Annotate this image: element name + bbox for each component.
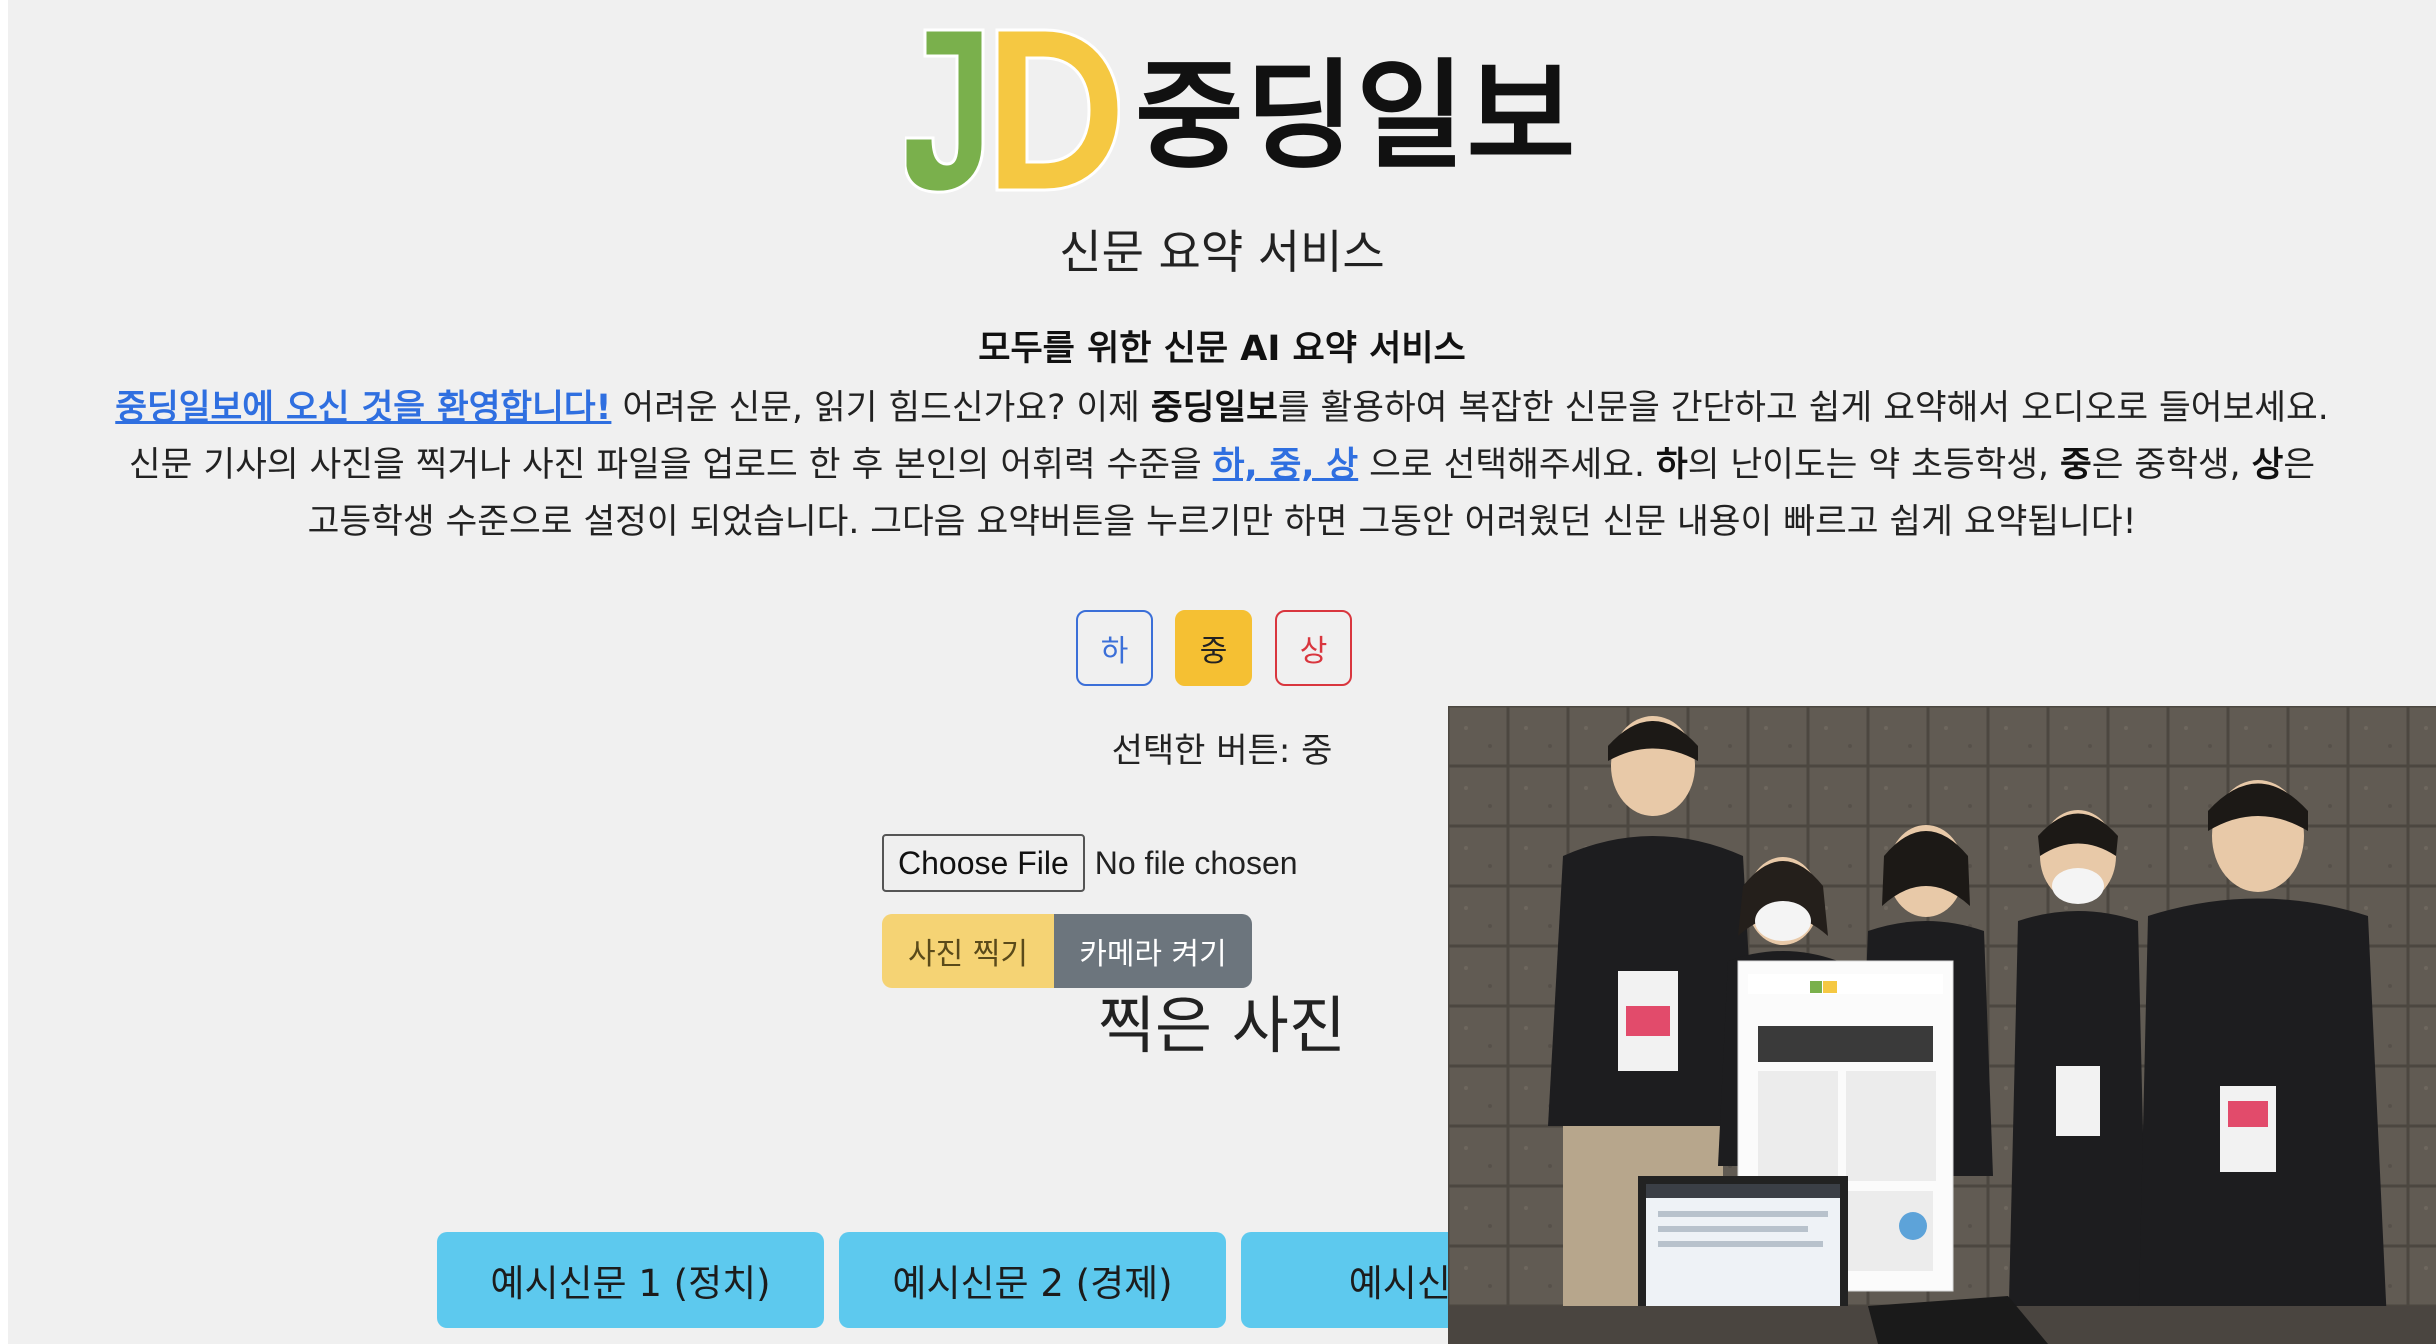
jd-logo-mark	[905, 28, 1120, 194]
intro-high: 상	[2251, 445, 2284, 485]
file-status: No file chosen	[1094, 844, 1298, 881]
level-mid-button[interactable]: 중	[1175, 610, 1252, 686]
page-subtitle: 신문 요약 서비스	[1059, 225, 1385, 279]
level-selector: 하 중 상	[1076, 610, 1376, 688]
service-heading: 모두를 위한 신문 AI 요약 서비스	[978, 329, 1466, 369]
welcome-link[interactable]: 중딩일보에 오신 것을 환영합니다!	[115, 388, 611, 428]
take-photo-button[interactable]: 사진 찍기	[882, 914, 1054, 988]
camera-controls: 사진 찍기 카메라 켜기	[882, 914, 1252, 988]
team-photo-illustration	[1448, 706, 2436, 1344]
level-low-button[interactable]: 하	[1076, 610, 1153, 686]
intro-text-3: 으로 선택해주세요.	[1358, 445, 1656, 485]
intro-brand: 중딩일보	[1150, 388, 1278, 428]
intro-low: 하	[1655, 445, 1688, 485]
levels-link[interactable]: 하, 중, 상	[1213, 445, 1358, 485]
intro-text-4: 의 난이도는 약 초등학생,	[1687, 445, 2060, 485]
example-button-1[interactable]: 예시신문 1 (정치)	[437, 1232, 824, 1328]
camera-toggle-button[interactable]: 카메라 켜기	[1054, 914, 1252, 988]
intro-text-5: 은 중학생,	[2091, 445, 2252, 485]
team-photo	[1448, 706, 2436, 1344]
file-upload: Choose File No file chosen	[882, 833, 1298, 893]
level-high-button[interactable]: 상	[1275, 610, 1352, 686]
taken-photo-title: 찍은 사진	[1098, 989, 1346, 1062]
logo-text: 중딩일보	[1135, 47, 1578, 185]
intro-mid: 중	[2059, 445, 2092, 485]
example-button-2[interactable]: 예시신문 2 (경제)	[839, 1232, 1226, 1328]
intro-paragraph: 중딩일보에 오신 것을 환영합니다! 어려운 신문, 읽기 힘드신가요? 이제 …	[90, 380, 2354, 551]
intro-text-1: 어려운 신문, 읽기 힘드신가요? 이제	[611, 388, 1151, 428]
choose-file-button[interactable]: Choose File	[882, 834, 1085, 892]
site-logo[interactable]: 중딩일보	[905, 26, 1575, 196]
